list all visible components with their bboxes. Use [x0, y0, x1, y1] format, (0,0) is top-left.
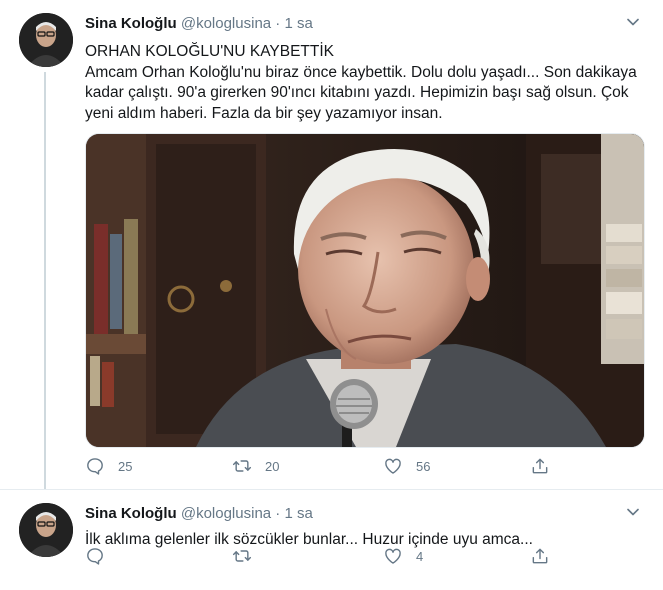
tweet[interactable]: Sina Koloğlu @kologlusina · 1 sa ORHAN K…	[0, 0, 663, 490]
like-count: 4	[416, 548, 424, 564]
tweet-actions: 25 20 56	[85, 456, 555, 480]
tweet-body: Amcam Orhan Koloğlu'nu biraz önce kaybet…	[85, 63, 637, 122]
author-handle[interactable]: @kologlusina	[181, 505, 271, 522]
separator: ·	[275, 15, 281, 32]
reply-icon	[87, 458, 103, 475]
photo-old-man-microphone	[86, 134, 644, 447]
reply-icon	[87, 548, 103, 565]
like-button[interactable]: 4	[383, 546, 423, 566]
retweet-icon	[232, 550, 252, 562]
chevron-down-icon[interactable]	[625, 14, 641, 30]
avatar[interactable]	[19, 13, 73, 67]
avatar[interactable]	[19, 503, 73, 557]
share-button[interactable]	[530, 456, 550, 476]
thread-line	[44, 72, 46, 490]
chevron-down-icon[interactable]	[625, 504, 641, 520]
reply-count: 25	[118, 458, 133, 474]
like-button[interactable]: 56	[383, 456, 430, 476]
reply-button[interactable]	[85, 546, 105, 566]
tweet-photo[interactable]	[85, 133, 645, 448]
timestamp[interactable]: 1 sa	[284, 15, 312, 32]
timestamp[interactable]: 1 sa	[284, 505, 312, 522]
tweet[interactable]: Sina Koloğlu @kologlusina · 1 sa İlk akl…	[0, 490, 663, 590]
retweet-count: 20	[265, 458, 280, 474]
author-name[interactable]: Sina Koloğlu	[85, 505, 177, 522]
author-name[interactable]: Sina Koloğlu	[85, 15, 177, 32]
reply-button[interactable]: 25	[85, 456, 132, 476]
share-icon	[532, 548, 548, 564]
like-icon	[385, 458, 401, 474]
share-icon	[532, 458, 548, 474]
separator: ·	[275, 505, 281, 522]
tweet-text: ORHAN KOLOĞLU'NU KAYBETTİK Amcam Orhan K…	[85, 42, 640, 124]
tweet-header: Sina Koloğlu @kologlusina · 1 sa	[85, 505, 313, 522]
like-count: 56	[416, 458, 431, 474]
twitter-thread: Sina Koloğlu @kologlusina · 1 sa ORHAN K…	[0, 0, 663, 590]
tweet-header: Sina Koloğlu @kologlusina · 1 sa	[85, 15, 313, 32]
share-button[interactable]	[530, 546, 550, 566]
retweet-button[interactable]	[232, 546, 252, 566]
like-icon	[385, 548, 401, 564]
tweet-actions: 4	[85, 546, 555, 570]
author-handle[interactable]: @kologlusina	[181, 15, 271, 32]
tweet-headline: ORHAN KOLOĞLU'NU KAYBETTİK	[85, 43, 334, 60]
retweet-button[interactable]: 20	[232, 456, 279, 476]
retweet-icon	[232, 460, 252, 472]
